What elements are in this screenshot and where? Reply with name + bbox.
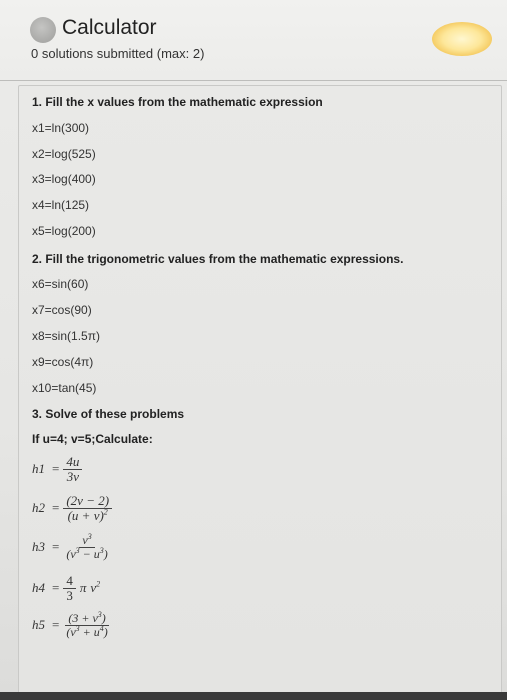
submission-status: 0 solutions submitted (max: 2) xyxy=(31,46,205,61)
page-title: Calculator xyxy=(62,16,157,39)
q1-item-3: x3=log(400) xyxy=(32,172,96,186)
q2-item-3: x8=sin(1.5π) xyxy=(32,329,100,343)
q2-heading: 2. Fill the trigonometric values from th… xyxy=(32,252,404,266)
formula-h2-label: h2 xyxy=(32,500,45,516)
q2-item-5: x10=tan(45) xyxy=(32,381,97,395)
formula-h4: h4 = 4 3 π v2 xyxy=(32,573,101,603)
formula-h1-fraction: 4u 3v xyxy=(63,455,83,483)
formula-h3: h3 = v3 (v3 − u3) xyxy=(32,532,111,561)
q1-item-5: x5=log(200) xyxy=(32,224,96,238)
formula-h5-fraction: (3 + v3) (v3 + u4) xyxy=(65,610,109,639)
q1-heading: 1. Fill the x values from the mathematic… xyxy=(32,95,323,109)
formula-h4-fraction: 4 3 xyxy=(63,574,76,602)
bottom-edge xyxy=(0,692,507,700)
page: Calculator 0 solutions submitted (max: 2… xyxy=(0,0,507,700)
formula-h1: h1 = 4u 3v xyxy=(32,455,83,483)
q2-item-4: x9=cos(4π) xyxy=(32,355,94,369)
formula-h2-fraction: (2v − 2) (u + v)2 xyxy=(63,494,113,522)
q3-given: If u=4; v=5;Calculate: xyxy=(32,432,153,446)
formula-h5: h5 = (3 + v3) (v3 + u4) xyxy=(32,610,111,639)
formula-h5-label: h5 xyxy=(32,617,45,633)
formula-h4-label: h4 xyxy=(32,580,45,596)
q2-item-1: x6=sin(60) xyxy=(32,277,89,291)
q2-item-2: x7=cos(90) xyxy=(32,303,92,317)
q1-item-4: x4=ln(125) xyxy=(32,198,90,212)
app-icon xyxy=(30,17,56,43)
q1-item-2: x2=log(525) xyxy=(32,147,96,161)
screen-glare xyxy=(432,22,492,56)
formula-h2: h2 = (2v − 2) (u + v)2 xyxy=(32,494,113,522)
formula-h3-label: h3 xyxy=(32,539,45,555)
q1-item-1: x1=ln(300) xyxy=(32,121,90,135)
q3-heading: 3. Solve of these problems xyxy=(32,407,185,421)
formula-h3-fraction: v3 (v3 − u3) xyxy=(66,532,108,561)
header: Calculator 0 solutions submitted (max: 2… xyxy=(0,0,507,81)
formula-h1-label: h1 xyxy=(32,461,45,477)
